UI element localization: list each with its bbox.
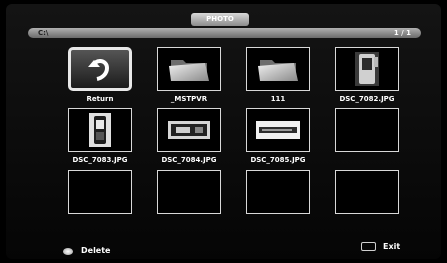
photo-thumbnail: [355, 52, 379, 86]
grid-item-folder[interactable]: [246, 47, 310, 91]
grid-item-empty: [335, 170, 399, 214]
grid-item-empty: [246, 170, 310, 214]
grid-item-empty: [335, 108, 399, 152]
grid-item-empty: [68, 170, 132, 214]
photo-thumbnail: [168, 121, 210, 139]
folder-icon: [258, 60, 298, 81]
grid-item-label: _MSTPVR: [170, 95, 208, 103]
grid-item-label: 111: [270, 95, 286, 103]
grid-item-return[interactable]: [68, 47, 132, 91]
exit-key-icon: [361, 242, 376, 251]
grid-item-folder[interactable]: [157, 47, 221, 91]
grid-item-photo[interactable]: [335, 47, 399, 91]
grid-item-label: DSC_7083.JPG: [72, 156, 128, 164]
exit-hint[interactable]: Exit: [383, 242, 400, 251]
photo-thumbnail: [256, 121, 300, 139]
grid-item-empty: [157, 170, 221, 214]
return-icon: [88, 59, 110, 81]
grid-item-photo[interactable]: [157, 108, 221, 152]
grid-item-label: DSC_7084.JPG: [161, 156, 217, 164]
photo-thumbnail: [89, 113, 111, 147]
grid-item-photo[interactable]: [246, 108, 310, 152]
grid-item-label: Return: [86, 95, 114, 103]
grid-item-label: DSC_7085.JPG: [250, 156, 306, 164]
file-grid: Return _MSTPVR 111 DSC_7082.JPG DSC_7083…: [0, 0, 447, 263]
folder-icon: [169, 60, 209, 81]
grid-item-label: DSC_7082.JPG: [339, 95, 395, 103]
delete-key-icon: [63, 248, 73, 255]
delete-hint[interactable]: Delete: [81, 246, 110, 255]
grid-item-photo[interactable]: [68, 108, 132, 152]
